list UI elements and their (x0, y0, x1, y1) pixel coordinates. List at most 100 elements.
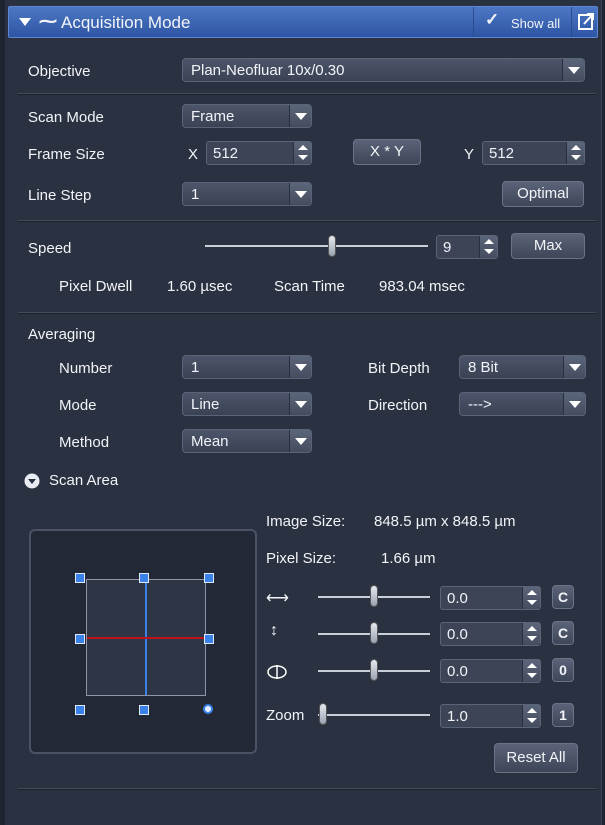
scan-mode-select[interactable]: Frame (182, 104, 312, 128)
speed-slider-track[interactable] (205, 245, 428, 247)
frame-size-x-input[interactable]: 512 (206, 141, 312, 165)
stepper-icon[interactable] (522, 660, 540, 682)
averaging-mode-select[interactable]: Line (182, 392, 312, 416)
chevron-down-icon[interactable] (289, 183, 311, 205)
scan-field[interactable] (86, 579, 206, 696)
scan-area-preview[interactable] (29, 529, 257, 754)
averaging-label: Averaging (28, 326, 96, 343)
stepper-icon[interactable] (566, 142, 584, 164)
scan-area-label: Scan Area (49, 472, 119, 489)
offset-x-value: 0.0 (447, 590, 468, 607)
objective-value: Plan-Neofluar 10x/0.30 (191, 62, 345, 79)
offset-y-slider-thumb[interactable] (370, 622, 378, 644)
show-all-toggle[interactable]: Show all (511, 16, 560, 31)
resize-handle[interactable] (204, 634, 214, 644)
stepper-icon[interactable] (479, 236, 497, 258)
offset-y-input[interactable]: 0.0 (440, 622, 541, 646)
x-label: X (188, 146, 199, 163)
rotation-slider-thumb[interactable] (370, 659, 378, 681)
frame-size-y-input[interactable]: 512 (482, 141, 585, 165)
reset-all-button[interactable]: Reset All (494, 743, 578, 773)
bit-depth-label: Bit Depth (368, 360, 430, 377)
collapse-icon[interactable] (19, 18, 31, 26)
mode-label: Mode (59, 397, 97, 414)
averaging-number-select[interactable]: 1 (182, 355, 312, 379)
offset-y-value: 0.0 (447, 626, 468, 643)
resize-handle[interactable] (139, 573, 149, 583)
offset-x-input[interactable]: 0.0 (440, 586, 541, 610)
offset-x-center-button[interactable]: C (552, 585, 574, 609)
number-label: Number (59, 360, 113, 377)
collapse-circle-icon[interactable] (24, 473, 40, 489)
stepper-icon[interactable] (522, 587, 540, 609)
resize-handle[interactable] (204, 573, 214, 583)
scan-mode-label: Scan Mode (28, 109, 104, 126)
header-divider (571, 7, 572, 37)
zoom-slider-thumb[interactable] (319, 703, 327, 725)
stepper-icon[interactable] (522, 705, 540, 727)
line-step-label: Line Step (28, 187, 92, 204)
panel-header[interactable]: ⁓ Acquisition Mode ✓ Show all (8, 6, 598, 38)
chevron-down-icon[interactable] (563, 393, 585, 415)
frame-size-y-value: 512 (489, 145, 515, 162)
panel-title: Acquisition Mode (61, 13, 191, 32)
rotation-value: 0.0 (447, 663, 468, 680)
acquisition-icon: ⁓ (39, 11, 57, 31)
max-speed-button[interactable]: Max (511, 233, 585, 259)
offset-x-slider-thumb[interactable] (370, 585, 378, 607)
rotation-icon (267, 665, 287, 679)
zoom-reset-button[interactable]: 1 (552, 703, 574, 727)
direction-value: ---> (468, 396, 492, 413)
resize-handle[interactable] (75, 573, 85, 583)
chevron-down-icon[interactable] (289, 356, 311, 378)
chevron-down-icon[interactable] (563, 356, 585, 378)
pixel-dwell-label: Pixel Dwell (59, 278, 133, 295)
frame-size-label: Frame Size (28, 146, 105, 163)
stepper-icon[interactable] (293, 142, 311, 164)
image-size-label: Image Size: (266, 513, 346, 530)
checkmark-icon[interactable]: ✓ (485, 10, 499, 30)
bit-depth-value: 8 Bit (468, 359, 499, 376)
divider (18, 312, 596, 314)
averaging-method-select[interactable]: Mean (182, 429, 312, 453)
chevron-down-icon[interactable] (289, 393, 311, 415)
scan-time-value: 983.04 msec (379, 278, 465, 295)
offset-y-center-button[interactable]: C (552, 621, 574, 645)
resize-handle[interactable] (75, 634, 85, 644)
divider (18, 220, 596, 222)
stepper-icon[interactable] (522, 623, 540, 645)
speed-slider-thumb[interactable] (328, 235, 337, 257)
speed-label: Speed (28, 240, 72, 257)
zoom-input[interactable]: 1.0 (440, 704, 541, 728)
bit-depth-select[interactable]: 8 Bit (459, 355, 586, 379)
optimal-button[interactable]: Optimal (502, 181, 584, 207)
line-step-select[interactable]: 1 (182, 182, 312, 206)
rotation-input[interactable]: 0.0 (440, 659, 541, 683)
line-step-value: 1 (191, 186, 200, 203)
pixel-size-value: 1.66 µm (381, 550, 436, 567)
chevron-down-icon[interactable] (562, 59, 584, 81)
method-label: Method (59, 434, 110, 451)
resize-handle[interactable] (75, 705, 85, 715)
direction-select[interactable]: ---> (459, 392, 586, 416)
x-times-y-button[interactable]: X * Y (353, 139, 421, 165)
zoom-slider-track[interactable] (318, 714, 430, 716)
horizontal-scan-line (87, 637, 205, 639)
averaging-number-value: 1 (191, 359, 200, 376)
chevron-down-icon[interactable] (289, 430, 311, 452)
vertical-offset-icon: ↕ (270, 622, 278, 639)
frame-size-x-value: 512 (213, 145, 239, 162)
resize-handle[interactable] (139, 705, 149, 715)
chevron-down-icon[interactable] (289, 105, 311, 127)
header-divider (473, 7, 474, 37)
rotate-handle[interactable] (203, 704, 213, 714)
zoom-label: Zoom (266, 707, 305, 724)
objective-select[interactable]: Plan-Neofluar 10x/0.30 (182, 58, 585, 82)
popout-icon[interactable] (577, 11, 595, 31)
scan-mode-value: Frame (191, 108, 235, 125)
horizontal-offset-icon: ⟷ (266, 590, 289, 607)
divider (18, 93, 596, 95)
speed-input[interactable]: 9 (436, 235, 498, 259)
image-size-value: 848.5 µm x 848.5 µm (374, 513, 516, 530)
rotation-reset-button[interactable]: 0 (552, 658, 574, 682)
